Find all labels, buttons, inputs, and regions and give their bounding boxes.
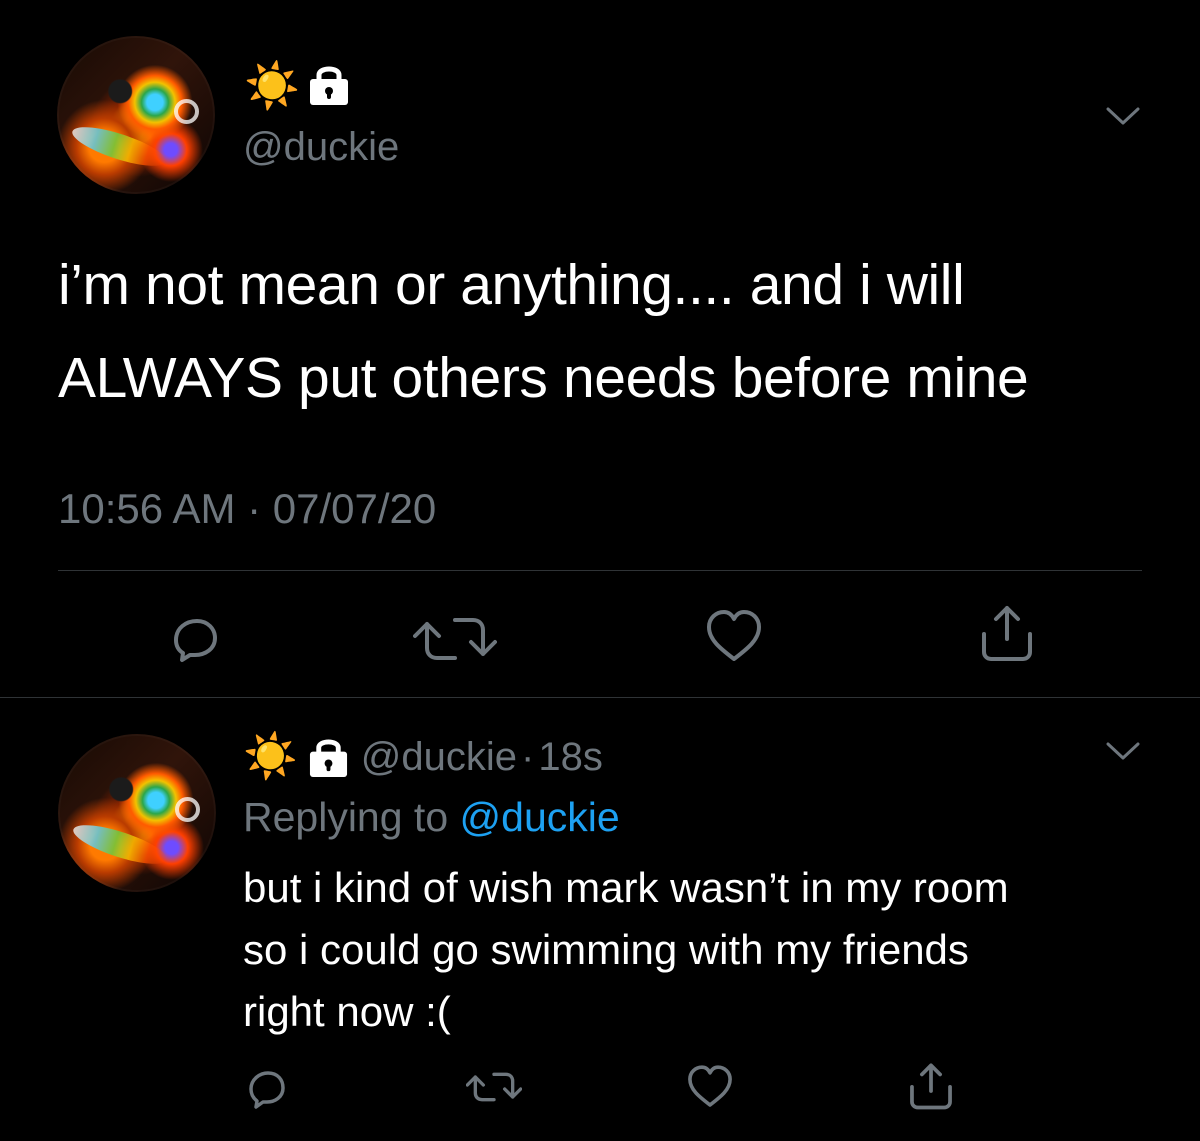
replying-to-label: Replying to — [243, 794, 449, 840]
tweet-timestamp[interactable]: 10:56 AM · 07/07/20 — [58, 484, 436, 534]
tweet-text-line-2: ALWAYS put others needs before mine — [58, 346, 1029, 410]
avatar[interactable] — [58, 734, 216, 892]
share-icon[interactable] — [907, 1061, 955, 1111]
reply-text-line-3: right now :( — [243, 988, 451, 1035]
meta-separator: · — [521, 735, 535, 779]
tweet-text-line-1: i’m not mean or anything.... and i will — [58, 253, 965, 317]
lock-icon — [309, 738, 347, 777]
heart-icon[interactable] — [685, 1064, 735, 1109]
sun-icon: ☀️ — [244, 59, 301, 111]
retweet-icon[interactable] — [466, 1067, 522, 1107]
replying-to-handle[interactable]: @duckie — [460, 794, 620, 840]
display-name: ☀️ — [244, 59, 350, 111]
chevron-down-icon[interactable] — [1106, 741, 1140, 761]
reply-text-line-2: so i could go swimming with my friends — [243, 926, 969, 973]
sun-icon: ☀️ — [243, 732, 298, 781]
reply-username[interactable]: @duckie — [361, 733, 517, 781]
divider — [58, 570, 1142, 571]
avatar[interactable] — [57, 36, 215, 194]
username[interactable]: @duckie — [243, 123, 399, 171]
reply-text-line-1: but i kind of wish mark wasn’t in my roo… — [243, 864, 1009, 911]
thread-divider — [0, 697, 1200, 698]
reply-header: ☀️ @duckie · 18s — [243, 733, 603, 781]
reply-icon[interactable] — [165, 612, 221, 664]
reply-age[interactable]: 18s — [538, 733, 603, 781]
chevron-down-icon[interactable] — [1106, 106, 1140, 126]
replying-to-line: Replying to @duckie — [243, 793, 620, 841]
heart-icon[interactable] — [703, 608, 765, 664]
lock-icon — [310, 66, 349, 105]
retweet-icon[interactable] — [413, 610, 497, 668]
share-icon[interactable] — [978, 603, 1036, 663]
reply-icon[interactable] — [243, 1066, 289, 1110]
